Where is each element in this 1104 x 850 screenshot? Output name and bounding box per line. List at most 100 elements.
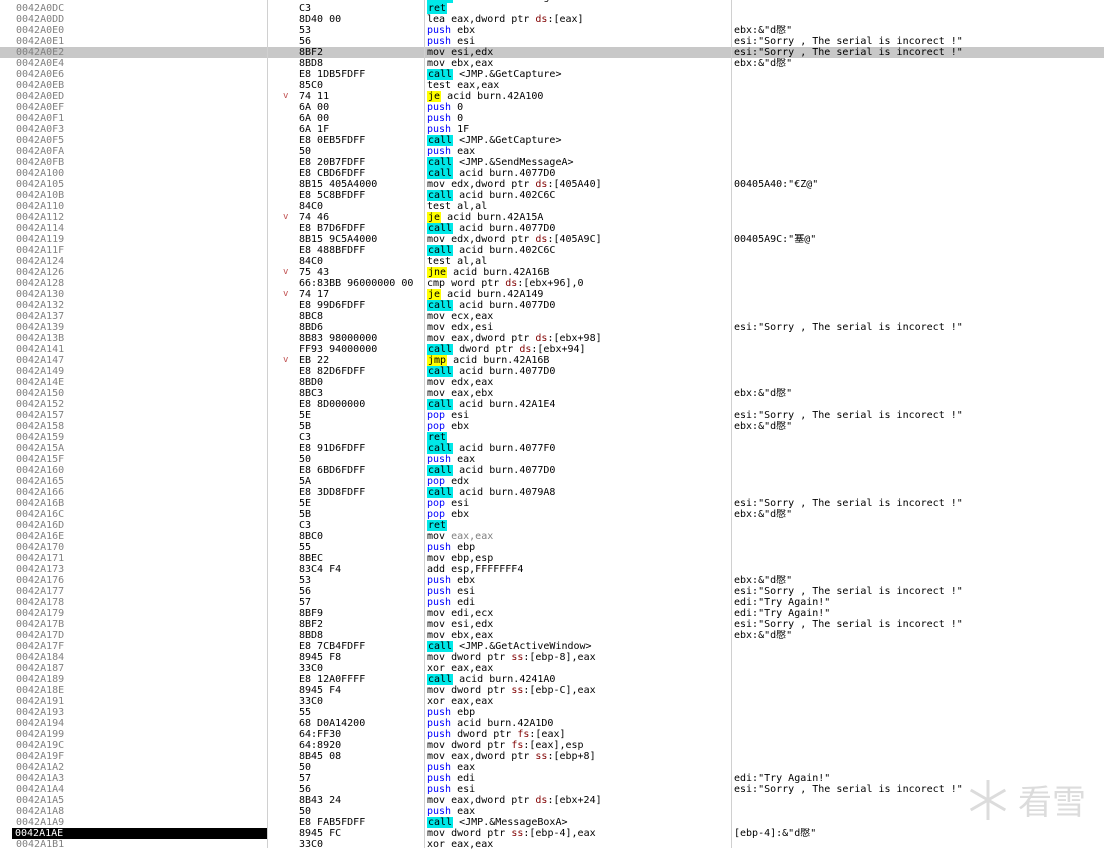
column-separator[interactable]	[424, 0, 425, 848]
disasm-row[interactable]: 0042A105 8B15 405A4000 mov edx,dword ptr d…	[0, 179, 1104, 190]
jump-arrow-icon	[283, 256, 295, 267]
disasm-row[interactable]: 0042A0F5 E8 0EB5FDFF call <JMP.&GetCapture…	[0, 135, 1104, 146]
disasm-row[interactable]: 0042A170 55 push ebp	[0, 542, 1104, 553]
instruction-cell: push edi	[427, 773, 729, 784]
disasm-row[interactable]: 0042A171 8BEC mov ebp,esp	[0, 553, 1104, 564]
disassembly-view[interactable]: 0042A0DBE8 3D5CFDFFcall <JMP.&GetMessage…	[0, 0, 1104, 850]
disasm-row[interactable]: 0042A159 C3 ret	[0, 432, 1104, 443]
disasm-row[interactable]: 0042A0E1 56 push esi esi:"Sorry , The seria…	[0, 36, 1104, 47]
address-cell: 0042A158	[16, 421, 65, 432]
disasm-row[interactable]: 0042A19C 64:8920 mov dword ptr fs:[eax],es…	[0, 740, 1104, 751]
mnemonic: test	[427, 201, 452, 212]
disasm-row[interactable]: 0042A0E4 8BD8 mov ebx,eax ebx:&"d慇"	[0, 58, 1104, 69]
disasm-row[interactable]: 0042A13B 8B83 98000000 mov eax,dword ptr d…	[0, 333, 1104, 344]
disasm-row[interactable]: 0042A173 83C4 F4 add esp,FFFFFFF4	[0, 564, 1104, 575]
address-cell: 0042A0FB	[16, 157, 65, 168]
disasm-row[interactable]: 0042A1B1 33C0 xor eax,eax	[0, 839, 1104, 850]
disasm-row[interactable]: 0042A19F 8B45 08 mov eax,dword ptr ss:[ebp…	[0, 751, 1104, 762]
disasm-row[interactable]: 0042A166 E8 3DD8FDFF call acid burn.4079A8	[0, 487, 1104, 498]
disasm-row[interactable]: 0042A0F3 6A 1F push 1F	[0, 124, 1104, 135]
disasm-row[interactable]: 0042A15A E8 91D6FDFF call acid burn.4077F0	[0, 443, 1104, 454]
disasm-row[interactable]: 0042A0E2 8BF2 mov esi,edx esi:"Sorry , The …	[0, 47, 1104, 58]
disasm-row[interactable]: 0042A1A3 57 push edi edi:"Try Again!"	[0, 773, 1104, 784]
instruction-cell: push acid burn.42A1D0	[427, 718, 729, 729]
disasm-row[interactable]: 0042A157 5E pop esi esi:"Sorry , The serial…	[0, 410, 1104, 421]
disasm-row[interactable]: 0042A193 55 push ebp	[0, 707, 1104, 718]
disasm-row[interactable]: 0042A189 E8 12A0FFFF call acid burn.4241A0	[0, 674, 1104, 685]
disasm-row[interactable]: 0042A0DD 8D40 00 lea eax,dword ptr ds:[eax…	[0, 14, 1104, 25]
address-cell: 0042A178	[16, 597, 65, 608]
mnemonic: mov	[427, 311, 446, 322]
disasm-row[interactable]: 0042A126 v 75 43 jne acid burn.42A16B	[0, 267, 1104, 278]
mnemonic: push	[427, 542, 452, 553]
disasm-row[interactable]: 0042A1A4 56 push esi esi:"Sorry , The seria…	[0, 784, 1104, 795]
disasm-row[interactable]: 0042A176 53 push ebx ebx:&"d慇"	[0, 575, 1104, 586]
disasm-row[interactable]: 0042A114 E8 B7D6FDFF call acid burn.4077D0	[0, 223, 1104, 234]
disasm-row[interactable]: 0042A179 8BF9 mov edi,ecx edi:"Try Again!"	[0, 608, 1104, 619]
comment-cell	[734, 432, 1104, 443]
disasm-row[interactable]: 0042A17F E8 7CB4FDFF call <JMP.&GetActiveW…	[0, 641, 1104, 652]
disasm-row[interactable]: 0042A130 v 74 17 je acid burn.42A149	[0, 289, 1104, 300]
disasm-row[interactable]: 0042A0FB E8 20B7FDFF call <JMP.&SendMessag…	[0, 157, 1104, 168]
jump-arrow-icon	[283, 333, 295, 344]
disasm-row[interactable]: 0042A0E0 53 push ebx ebx:&"d慇"	[0, 25, 1104, 36]
disasm-row[interactable]: 0042A0F1 6A 00 push 0	[0, 113, 1104, 124]
disasm-row[interactable]: 0042A0E6 E8 1DB5FDFF call <JMP.&GetCapture…	[0, 69, 1104, 80]
disasm-row[interactable]: 0042A1A9 E8 FAB5FDFF call <JMP.&MessageBox…	[0, 817, 1104, 828]
disasm-row[interactable]: 0042A110 84C0 test al,al	[0, 201, 1104, 212]
disasm-row[interactable]: 0042A0EF 6A 00 push 0	[0, 102, 1104, 113]
disasm-row[interactable]: 0042A152 E8 8D000000 call acid burn.42A1E4	[0, 399, 1104, 410]
disasm-row[interactable]: 0042A1A2 50 push eax	[0, 762, 1104, 773]
instruction-cell: ret	[427, 520, 729, 531]
disasm-row[interactable]: 0042A137 8BC8 mov ecx,eax	[0, 311, 1104, 322]
bytes-cell: FF93 94000000	[299, 344, 378, 355]
disasm-row[interactable]: 0042A0DC C3 ret	[0, 3, 1104, 14]
disasm-row[interactable]: 0042A132 E8 99D6FDFF call acid burn.4077D0	[0, 300, 1104, 311]
disasm-row[interactable]: 0042A187 33C0 xor eax,eax	[0, 663, 1104, 674]
disasm-row[interactable]: 0042A0EB 85C0 test eax,eax	[0, 80, 1104, 91]
disasm-row[interactable]: 0042A184 8945 F8 mov dword ptr ss:[ebp-8],…	[0, 652, 1104, 663]
disasm-row[interactable]: 0042A124 84C0 test al,al	[0, 256, 1104, 267]
disasm-row[interactable]: 0042A194 68 D0A14200 push acid burn.42A1D0	[0, 718, 1104, 729]
disasm-row[interactable]: 0042A11F E8 488BFDFF call acid burn.402C6C	[0, 245, 1104, 256]
jump-arrow-icon	[283, 25, 295, 36]
disasm-row[interactable]: 0042A100 E8 CBD6FDFF call acid burn.4077D0	[0, 168, 1104, 179]
disasm-row[interactable]: 0042A16B 5E pop esi esi:"Sorry , The serial…	[0, 498, 1104, 509]
disasm-row[interactable]: 0042A10B E8 5C8BFDFF call acid burn.402C6C	[0, 190, 1104, 201]
instruction-cell: mov ebp,esp	[427, 553, 729, 564]
disasm-row[interactable]: 0042A1A8 50 push eax	[0, 806, 1104, 817]
disasm-row[interactable]: 0042A16D C3 ret	[0, 520, 1104, 531]
disasm-row[interactable]: 0042A199 64:FF30 push dword ptr fs:[eax]	[0, 729, 1104, 740]
disasm-row[interactable]: 0042A17D 8BD8 mov ebx,eax ebx:&"d慇"	[0, 630, 1104, 641]
disasm-row[interactable]: 0042A17B 8BF2 mov esi,edx esi:"Sorry , The …	[0, 619, 1104, 630]
disasm-row[interactable]: 0042A165 5A pop edx	[0, 476, 1104, 487]
operands: <JMP.&SendMessageA>	[459, 157, 574, 168]
disasm-row[interactable]: 0042A18E 8945 F4 mov dword ptr ss:[ebp-C],…	[0, 685, 1104, 696]
disasm-row[interactable]: 0042A149 E8 82D6FDFF call acid burn.4077D0	[0, 366, 1104, 377]
column-separator[interactable]	[267, 0, 268, 848]
disasm-row[interactable]: 0042A0FA 50 push eax	[0, 146, 1104, 157]
disasm-row[interactable]: 0042A139 8BD6 mov edx,esi esi:"Sorry , The …	[0, 322, 1104, 333]
disasm-row[interactable]: 0042A15F 50 push eax	[0, 454, 1104, 465]
column-separator[interactable]	[731, 0, 732, 848]
disasm-row[interactable]: 0042A191 33C0 xor eax,eax	[0, 696, 1104, 707]
jump-arrow-icon	[283, 718, 295, 729]
disasm-row[interactable]: 0042A160 E8 6BD6FDFF call acid burn.4077D0	[0, 465, 1104, 476]
disasm-row[interactable]: 0042A141 FF93 94000000 call dword ptr ds:[…	[0, 344, 1104, 355]
instruction-cell: mov eax,ebx	[427, 388, 729, 399]
disasm-row[interactable]: 0042A147 v EB 22 jmp acid burn.42A16B	[0, 355, 1104, 366]
disasm-row[interactable]: 0042A14E 8BD0 mov edx,eax	[0, 377, 1104, 388]
disasm-row[interactable]: 0042A177 56 push esi esi:"Sorry , The seria…	[0, 586, 1104, 597]
disasm-row[interactable]: 0042A128 66:83BB 96000000 00 cmp word ptr …	[0, 278, 1104, 289]
disasm-row[interactable]: 0042A150 8BC3 mov eax,ebx ebx:&"d慇"	[0, 388, 1104, 399]
disasm-row[interactable]: 0042A16C 5B pop ebx ebx:&"d慇"	[0, 509, 1104, 520]
disasm-row[interactable]: 0042A158 5B pop ebx ebx:&"d慇"	[0, 421, 1104, 432]
disasm-row[interactable]: 0042A119 8B15 9C5A4000 mov edx,dword ptr d…	[0, 234, 1104, 245]
disasm-row[interactable]: 0042A0ED v 74 11 je acid burn.42A100	[0, 91, 1104, 102]
disasm-row[interactable]: 0042A112 v 74 46 je acid burn.42A15A	[0, 212, 1104, 223]
disasm-row[interactable]: 0042A1A5 8B43 24 mov eax,dword ptr ds:[ebx…	[0, 795, 1104, 806]
disasm-row[interactable]: 0042A16E 8BC0 mov eax,eax	[0, 531, 1104, 542]
comment-cell	[734, 542, 1104, 553]
disasm-row[interactable]: 0042A1AE 8945 FC mov dword ptr ss:[ebp-4],…	[0, 828, 1104, 839]
disasm-row[interactable]: 0042A178 57 push edi edi:"Try Again!"	[0, 597, 1104, 608]
